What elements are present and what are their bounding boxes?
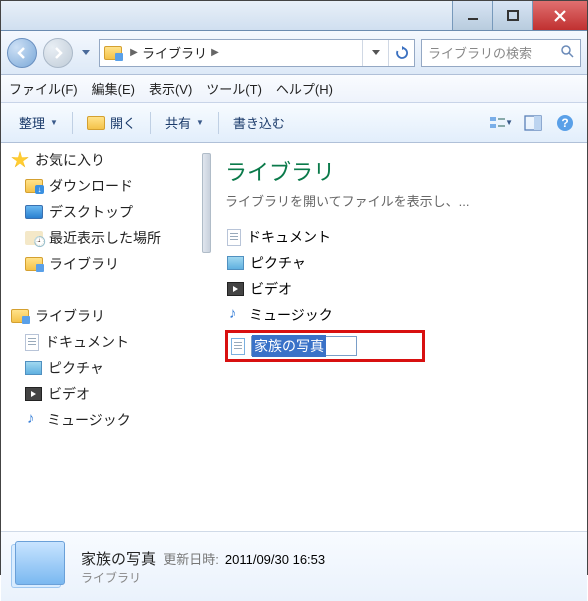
navigation-pane: お気に入り ↓ダウンロード デスクトップ 最近表示した場所 ライブラリ ライブラ… xyxy=(1,143,201,531)
document-icon xyxy=(227,229,241,246)
folder-icon: ↓ xyxy=(25,179,43,193)
libraries-group[interactable]: ライブラリ xyxy=(1,303,201,329)
address-dropdown-button[interactable] xyxy=(362,40,388,66)
help-button[interactable]: ? xyxy=(553,111,577,135)
sidebar-music[interactable]: ミュージック xyxy=(1,407,201,433)
star-icon xyxy=(11,151,29,169)
view-options-button[interactable]: ▼ xyxy=(489,111,513,135)
details-name: 家族の写真 xyxy=(81,551,156,568)
window-titlebar xyxy=(1,1,587,31)
toolbar-separator xyxy=(218,112,219,134)
content-pane: ライブラリ ライブラリを開いてファイルを表示し、... ドキュメント ピクチャ … xyxy=(211,143,587,531)
svg-text:?: ? xyxy=(561,116,568,130)
menu-view[interactable]: 表示(V) xyxy=(149,79,192,98)
libraries-icon xyxy=(100,46,126,60)
breadcrumb-location[interactable]: ライブラリ xyxy=(142,43,207,62)
search-icon xyxy=(560,44,574,61)
command-toolbar: 整理▼ 開く 共有▼ 書き込む ▼ ? xyxy=(1,103,587,143)
minimize-button[interactable] xyxy=(452,1,492,30)
library-icon xyxy=(231,338,245,355)
open-folder-icon xyxy=(87,114,105,132)
toolbar-separator xyxy=(72,112,73,134)
content-subtitle: ライブラリを開いてファイルを表示し、... xyxy=(225,191,573,210)
burn-button[interactable]: 書き込む xyxy=(225,109,293,136)
sidebar-downloads[interactable]: ↓ダウンロード xyxy=(1,173,201,199)
sidebar-videos[interactable]: ビデオ xyxy=(1,381,201,407)
recent-icon xyxy=(25,231,43,245)
video-icon xyxy=(227,282,244,296)
content-heading: ライブラリ xyxy=(225,155,573,187)
maximize-button[interactable] xyxy=(492,1,532,30)
selected-item-icon xyxy=(15,541,67,593)
sidebar-recent[interactable]: 最近表示した場所 xyxy=(1,225,201,251)
rename-input[interactable]: 家族の写真 xyxy=(251,336,357,356)
favorites-group[interactable]: お気に入り xyxy=(1,147,201,173)
search-box[interactable]: ライブラリの検索 xyxy=(421,39,581,67)
close-button[interactable] xyxy=(532,1,587,30)
document-icon xyxy=(25,334,39,351)
libraries-icon xyxy=(11,309,29,323)
details-modified-label: 更新日時: xyxy=(163,552,219,567)
search-placeholder: ライブラリの検索 xyxy=(428,43,532,62)
sidebar-libraries-fav[interactable]: ライブラリ xyxy=(1,251,201,277)
video-icon xyxy=(25,387,42,401)
sidebar-pictures[interactable]: ピクチャ xyxy=(1,355,201,381)
breadcrumb-separator-icon[interactable]: ▶ xyxy=(207,47,223,58)
toolbar-separator xyxy=(150,112,151,134)
library-pictures[interactable]: ピクチャ xyxy=(225,250,573,276)
pane-splitter[interactable] xyxy=(201,143,211,531)
libraries-icon xyxy=(25,257,43,271)
navigation-bar: ▶ ライブラリ ▶ ライブラリの検索 xyxy=(1,31,587,75)
menu-tools[interactable]: ツール(T) xyxy=(206,79,262,98)
library-new-renaming[interactable]: 家族の写真 xyxy=(225,330,425,362)
address-bar[interactable]: ▶ ライブラリ ▶ xyxy=(99,39,415,67)
library-documents[interactable]: ドキュメント xyxy=(225,224,573,250)
music-icon xyxy=(227,307,243,323)
picture-icon xyxy=(25,361,42,375)
desktop-icon xyxy=(25,205,43,219)
share-button[interactable]: 共有▼ xyxy=(157,109,212,136)
forward-button[interactable] xyxy=(43,38,73,68)
details-modified-value: 2011/09/30 16:53 xyxy=(225,552,325,567)
back-button[interactable] xyxy=(7,38,37,68)
menu-file[interactable]: ファイル(F) xyxy=(9,79,78,98)
library-videos[interactable]: ビデオ xyxy=(225,276,573,302)
preview-pane-button[interactable] xyxy=(521,111,545,135)
library-music[interactable]: ミュージック xyxy=(225,302,573,328)
details-type: ライブラリ xyxy=(81,569,325,586)
menu-help[interactable]: ヘルプ(H) xyxy=(276,79,333,98)
details-pane: 家族の写真 更新日時: 2011/09/30 16:53 ライブラリ xyxy=(1,531,587,601)
sidebar-desktop[interactable]: デスクトップ xyxy=(1,199,201,225)
refresh-button[interactable] xyxy=(388,40,414,66)
picture-icon xyxy=(227,256,244,270)
nav-history-dropdown[interactable] xyxy=(79,50,93,56)
breadcrumb-separator-icon[interactable]: ▶ xyxy=(126,47,142,58)
menu-bar: ファイル(F) 編集(E) 表示(V) ツール(T) ヘルプ(H) xyxy=(1,75,587,103)
organize-button[interactable]: 整理▼ xyxy=(11,109,66,136)
music-icon xyxy=(25,412,41,428)
open-button[interactable]: 開く xyxy=(79,109,144,136)
menu-edit[interactable]: 編集(E) xyxy=(92,79,135,98)
sidebar-documents[interactable]: ドキュメント xyxy=(1,329,201,355)
